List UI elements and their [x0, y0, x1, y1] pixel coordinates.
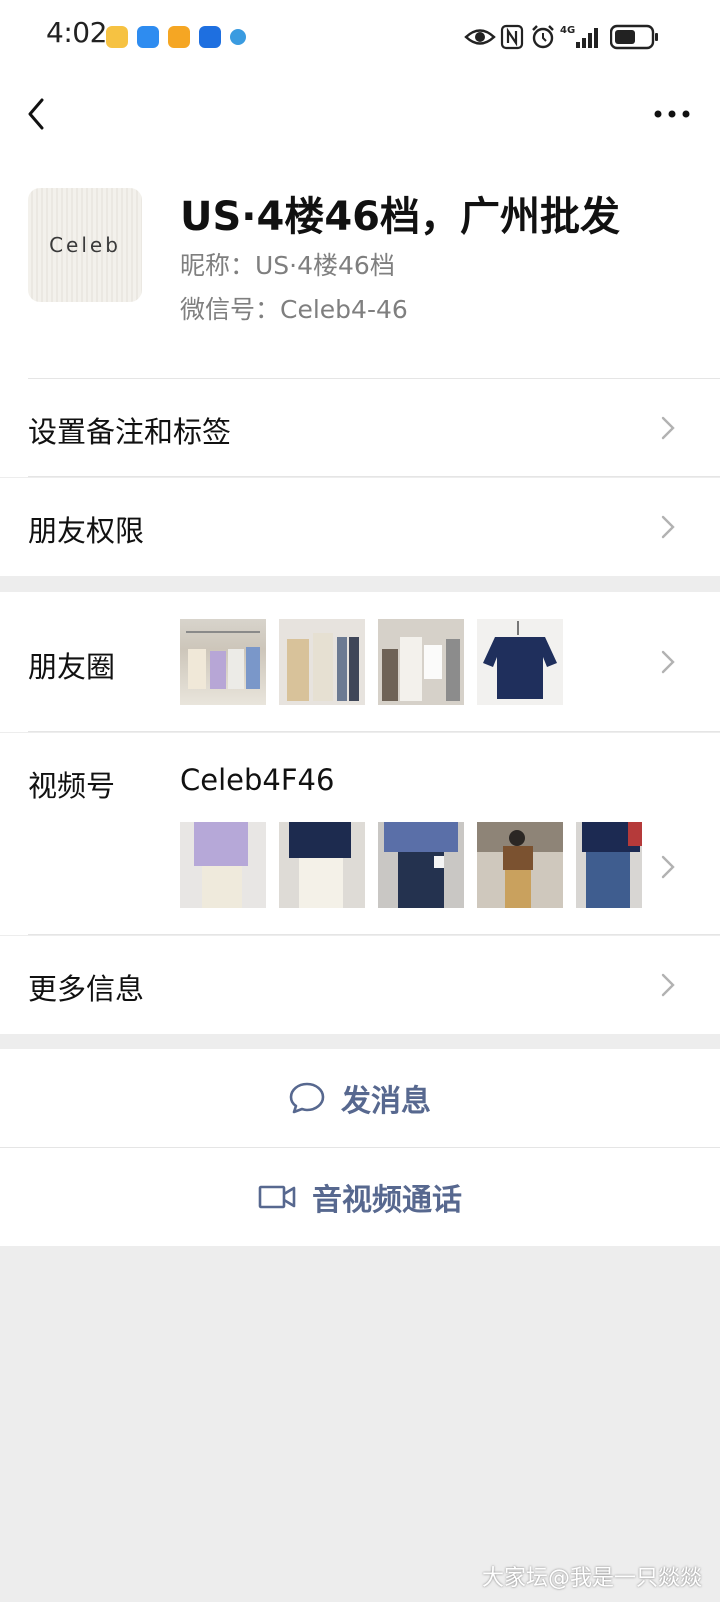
- eye-icon: [464, 29, 496, 45]
- channels-row[interactable]: 视频号 Celeb4F46: [0, 733, 720, 935]
- chevron-right-icon: [661, 855, 675, 879]
- channel-thumbnail: [477, 822, 563, 908]
- channel-thumbnail: [576, 822, 642, 908]
- telegram-icon: [230, 29, 246, 45]
- more-info-label: 更多信息: [28, 972, 145, 1006]
- chevron-right-icon: [661, 650, 675, 674]
- weather-icon: [137, 26, 159, 48]
- nickname: 昵称：US·4楼46档: [180, 251, 395, 280]
- weibo-icon: [106, 26, 128, 48]
- send-message-label: 发消息: [341, 1084, 431, 1119]
- video-camera-icon: [258, 1185, 296, 1209]
- video-call-label: 音视频通话: [312, 1183, 462, 1218]
- moments-thumbnail: [477, 619, 563, 705]
- video-icon: [168, 26, 190, 48]
- moments-thumbnail: [180, 619, 266, 705]
- display-name: US·4楼46档，广州批发: [180, 194, 620, 240]
- nfc-icon: [500, 24, 524, 50]
- chevron-right-icon: [661, 416, 675, 440]
- chevron-right-icon: [661, 973, 675, 997]
- alarm-icon: [532, 25, 554, 49]
- signal-icon: 4G: [560, 25, 598, 48]
- wechat-id: 微信号：Celeb4-46: [180, 295, 408, 324]
- friend-permissions-row[interactable]: 朋友权限: [0, 478, 720, 576]
- remarks-tags-label: 设置备注和标签: [28, 415, 232, 449]
- more-info-row[interactable]: 更多信息: [0, 936, 720, 1034]
- divider: [28, 476, 720, 477]
- channels-label: 视频号: [28, 769, 116, 803]
- channel-thumbnail: [279, 822, 365, 908]
- status-bar: 4:02 4G: [0, 0, 720, 76]
- avatar[interactable]: Celeb: [28, 188, 142, 302]
- battery-icon: [610, 24, 658, 50]
- chevron-right-icon: [661, 515, 675, 539]
- moments-thumbnail: [279, 619, 365, 705]
- remarks-tags-row[interactable]: 设置备注和标签: [0, 379, 720, 477]
- back-icon[interactable]: [22, 94, 52, 134]
- channel-name: Celeb4F46: [180, 763, 335, 797]
- svg-text:4G: 4G: [560, 25, 575, 36]
- more-icon[interactable]: [652, 106, 692, 122]
- video-call-button[interactable]: 音视频通话: [0, 1148, 720, 1246]
- channel-thumbnail: [180, 822, 266, 908]
- send-message-button[interactable]: 发消息: [0, 1049, 720, 1147]
- moments-label: 朋友圈: [28, 650, 116, 684]
- watermark: 大家坛@我是一只燚燚: [481, 1566, 702, 1591]
- avatar-logo-text: Celeb: [49, 233, 121, 257]
- profile-header: Celeb US·4楼46档，广州批发 昵称：US·4楼46档 微信号：Cele…: [0, 156, 720, 386]
- moments-row[interactable]: 朋友圈: [0, 592, 720, 732]
- friend-permissions-label: 朋友权限: [28, 514, 145, 548]
- moments-thumbnail: [378, 619, 464, 705]
- chat-bubble-icon: [289, 1082, 325, 1114]
- nav-bar: [0, 76, 720, 156]
- tips-icon: [199, 26, 221, 48]
- divider: [28, 731, 720, 732]
- divider: [28, 934, 720, 935]
- status-time: 4:02: [46, 16, 107, 49]
- channel-thumbnail: [378, 822, 464, 908]
